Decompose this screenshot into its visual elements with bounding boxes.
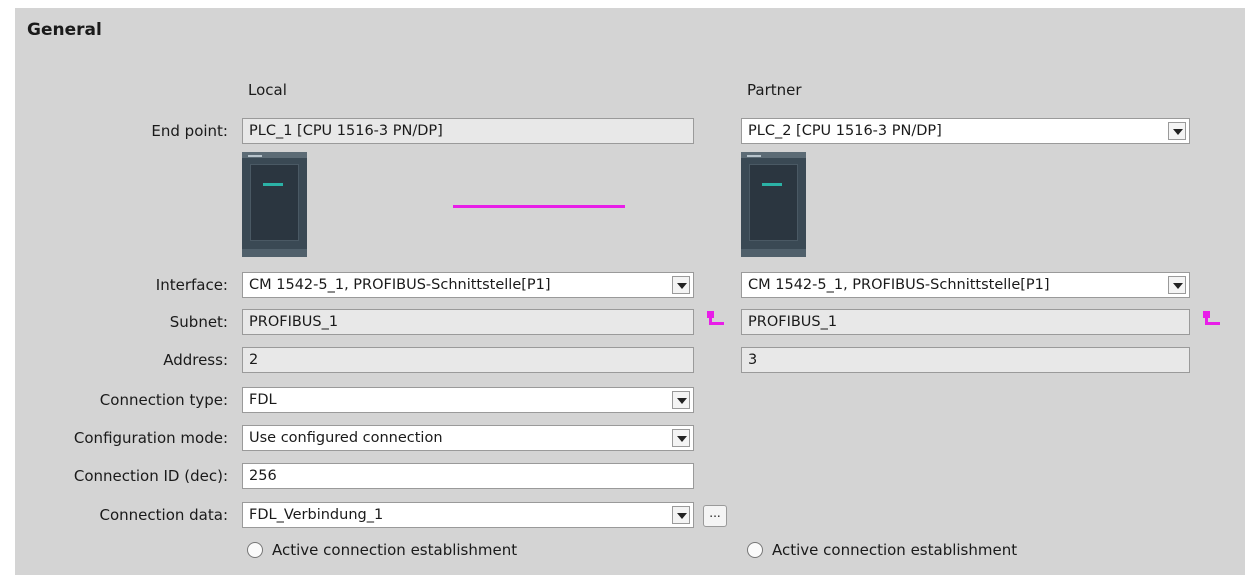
configuration-mode-select[interactable]: Use configured connection bbox=[242, 425, 694, 451]
chevron-down-icon[interactable] bbox=[1168, 276, 1186, 294]
partner-plc-cpu-icon bbox=[741, 152, 806, 257]
configuration-mode-label: Configuration mode: bbox=[73, 429, 228, 447]
interface-label: Interface: bbox=[155, 276, 228, 294]
local-interface-value: CM 1542-5_1, PROFIBUS-Schnittstelle[P1] bbox=[249, 277, 551, 293]
connection-type-select[interactable]: FDL bbox=[242, 387, 694, 413]
local-plc-cpu-icon bbox=[242, 152, 307, 257]
partner-end-point-value: PLC_2 [CPU 1516-3 PN/DP] bbox=[748, 123, 942, 139]
connection-data-label: Connection data: bbox=[99, 506, 228, 524]
profibus-subnet-icon bbox=[1203, 311, 1220, 325]
local-subnet-field: PROFIBUS_1 bbox=[242, 309, 694, 335]
profibus-subnet-icon bbox=[707, 311, 724, 325]
connection-type-label: Connection type: bbox=[99, 391, 228, 409]
chevron-down-icon[interactable] bbox=[672, 276, 690, 294]
configuration-mode-value: Use configured connection bbox=[249, 430, 443, 446]
partner-address-value: 3 bbox=[748, 352, 758, 368]
local-end-point-field: PLC_1 [CPU 1516-3 PN/DP] bbox=[242, 118, 694, 144]
partner-subnet-value: PROFIBUS_1 bbox=[748, 314, 838, 330]
connection-id-value: 256 bbox=[249, 468, 277, 484]
subnet-label: Subnet: bbox=[169, 313, 228, 331]
chevron-down-icon[interactable] bbox=[672, 429, 690, 447]
partner-interface-value: CM 1542-5_1, PROFIBUS-Schnittstelle[P1] bbox=[748, 277, 1050, 293]
chevron-down-icon[interactable] bbox=[672, 391, 690, 409]
local-interface-select[interactable]: CM 1542-5_1, PROFIBUS-Schnittstelle[P1] bbox=[242, 272, 694, 298]
local-subnet-value: PROFIBUS_1 bbox=[249, 314, 339, 330]
chevron-down-icon[interactable] bbox=[672, 506, 690, 524]
end-point-label: End point: bbox=[151, 122, 228, 140]
partner-active-connection-label: Active connection establishment bbox=[772, 541, 1018, 559]
local-column-heading: Local bbox=[248, 81, 287, 99]
partner-subnet-field: PROFIBUS_1 bbox=[741, 309, 1190, 335]
section-title: General bbox=[27, 20, 102, 40]
connection-data-value: FDL_Verbindung_1 bbox=[249, 507, 384, 523]
connection-line bbox=[453, 205, 625, 208]
browse-button[interactable]: ... bbox=[703, 505, 727, 527]
local-end-point-value: PLC_1 [CPU 1516-3 PN/DP] bbox=[249, 123, 443, 139]
partner-end-point-select[interactable]: PLC_2 [CPU 1516-3 PN/DP] bbox=[741, 118, 1190, 144]
connection-id-label: Connection ID (dec): bbox=[73, 467, 228, 485]
partner-column-heading: Partner bbox=[747, 81, 802, 99]
local-active-connection-radio[interactable] bbox=[247, 542, 263, 558]
local-active-connection-label: Active connection establishment bbox=[272, 541, 518, 559]
chevron-down-icon[interactable] bbox=[1168, 122, 1186, 140]
connection-data-select[interactable]: FDL_Verbindung_1 bbox=[242, 502, 694, 528]
connection-id-input[interactable]: 256 bbox=[242, 463, 694, 489]
partner-address-field: 3 bbox=[741, 347, 1190, 373]
partner-active-connection-radio[interactable] bbox=[747, 542, 763, 558]
address-label: Address: bbox=[163, 351, 228, 369]
connection-type-value: FDL bbox=[249, 392, 277, 408]
partner-interface-select[interactable]: CM 1542-5_1, PROFIBUS-Schnittstelle[P1] bbox=[741, 272, 1190, 298]
local-address-field: 2 bbox=[242, 347, 694, 373]
local-address-value: 2 bbox=[249, 352, 259, 368]
